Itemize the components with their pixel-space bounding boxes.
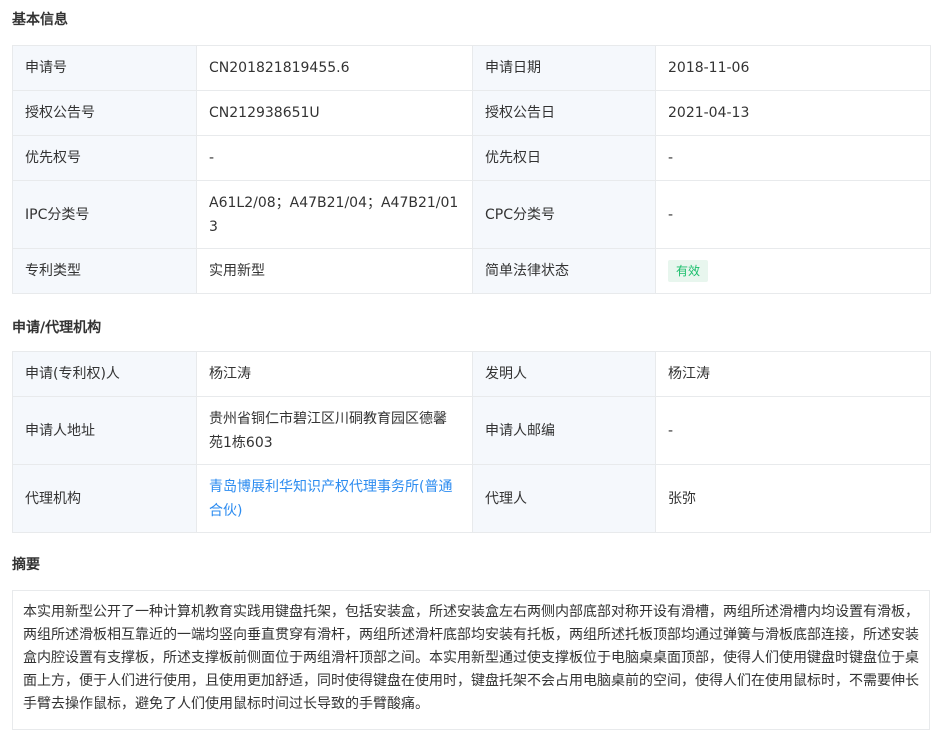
value-applicant-address: 贵州省铜仁市碧江区川硐教育园区德馨苑1栋603 <box>196 396 473 465</box>
label-applicant-address: 申请人地址 <box>12 396 197 465</box>
status-badge: 有效 <box>668 260 709 282</box>
section-title-abstract: 摘要 <box>12 557 40 573</box>
label-cpc: CPC分类号 <box>472 180 656 249</box>
label-ipc: IPC分类号 <box>12 180 197 249</box>
label-patent-type: 专利类型 <box>12 248 197 294</box>
value-application-date: 2018-11-06 <box>655 45 931 91</box>
value-application-number: CN201821819455.6 <box>196 45 473 91</box>
table-row: 专利类型 实用新型 简单法律状态 有效 <box>12 248 931 294</box>
value-agent: 张弥 <box>655 464 931 533</box>
value-patent-type: 实用新型 <box>196 248 473 294</box>
label-priority-date: 优先权日 <box>472 135 656 181</box>
value-applicant: 杨江涛 <box>196 351 473 397</box>
table-row: 申请号 CN201821819455.6 申请日期 2018-11-06 <box>12 45 931 91</box>
table-row: 优先权号 - 优先权日 - <box>12 135 931 181</box>
section-title-basic: 基本信息 <box>12 12 68 28</box>
label-priority-number: 优先权号 <box>12 135 197 181</box>
basic-info-table: 申请号 CN201821819455.6 申请日期 2018-11-06 授权公… <box>12 45 931 294</box>
agency-link[interactable]: 青岛博展利华知识产权代理事务所(普通合伙) <box>209 479 452 519</box>
table-row: 申请(专利权)人 杨江涛 发明人 杨江涛 <box>12 351 931 397</box>
section-title-agency: 申请/代理机构 <box>12 320 102 336</box>
value-legal-status-cell: 有效 <box>655 248 931 294</box>
table-row: 代理机构 青岛博展利华知识产权代理事务所(普通合伙) 代理人 张弥 <box>12 464 931 533</box>
table-row: 申请人地址 贵州省铜仁市碧江区川硐教育园区德馨苑1栋603 申请人邮编 - <box>12 396 931 465</box>
value-priority-number: - <box>196 135 473 181</box>
value-ipc: A61L2/08；A47B21/04；A47B21/013 <box>196 180 473 249</box>
label-agent: 代理人 <box>472 464 656 533</box>
value-agency-cell: 青岛博展利华知识产权代理事务所(普通合伙) <box>196 464 473 533</box>
label-legal-status: 简单法律状态 <box>472 248 656 294</box>
label-grant-date: 授权公告日 <box>472 90 656 136</box>
table-row: 授权公告号 CN212938651U 授权公告日 2021-04-13 <box>12 90 931 136</box>
label-postal-code: 申请人邮编 <box>472 396 656 465</box>
table-row: IPC分类号 A61L2/08；A47B21/04；A47B21/013 CPC… <box>12 180 931 249</box>
agency-table: 申请(专利权)人 杨江涛 发明人 杨江涛 申请人地址 贵州省铜仁市碧江区川硐教育… <box>12 351 931 533</box>
value-inventor: 杨江涛 <box>655 351 931 397</box>
label-inventor: 发明人 <box>472 351 656 397</box>
value-priority-date: - <box>655 135 931 181</box>
label-application-date: 申请日期 <box>472 45 656 91</box>
label-applicant: 申请(专利权)人 <box>12 351 197 397</box>
label-grant-number: 授权公告号 <box>12 90 197 136</box>
label-agency: 代理机构 <box>12 464 197 533</box>
value-postal-code: - <box>655 396 931 465</box>
label-application-number: 申请号 <box>12 45 197 91</box>
value-grant-date: 2021-04-13 <box>655 90 931 136</box>
abstract-text: 本实用新型公开了一种计算机教育实践用键盘托架，包括安装盒，所述安装盒左右两侧内部… <box>12 590 930 730</box>
value-cpc: - <box>655 180 931 249</box>
value-grant-number: CN212938651U <box>196 90 473 136</box>
